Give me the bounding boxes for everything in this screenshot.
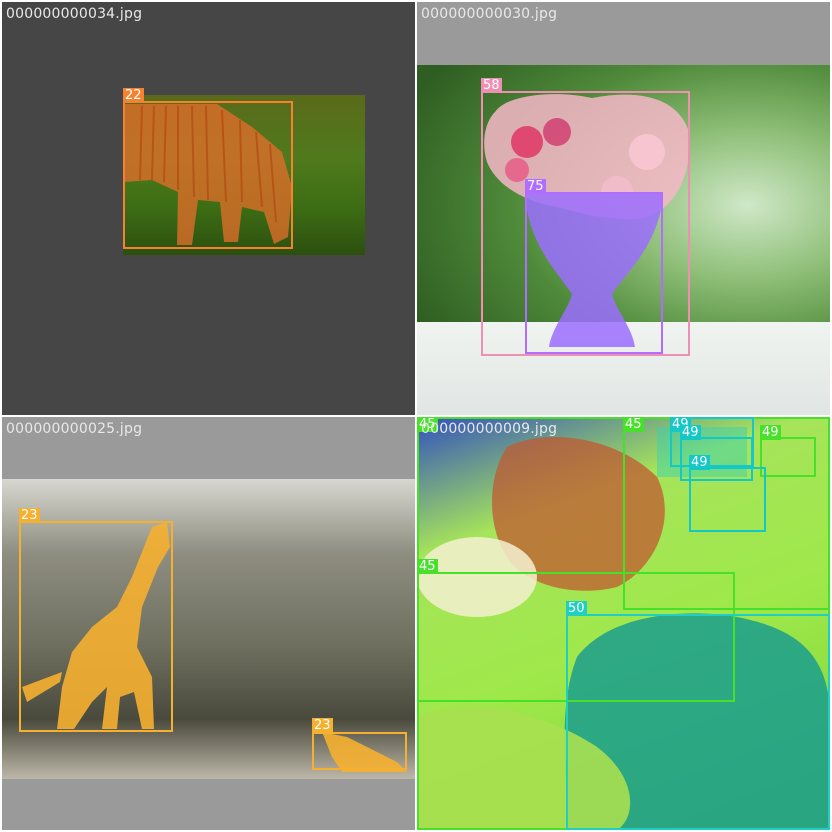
tile-2-filename: 000000000030.jpg — [421, 6, 558, 22]
bowl-label-3: 45 — [417, 559, 438, 574]
orange-bbox-3 — [760, 437, 816, 477]
orange-label-3: 49 — [760, 425, 781, 440]
vase-bbox — [525, 192, 663, 354]
zebra-label: 22 — [123, 88, 144, 103]
tile-1-filename: 000000000034.jpg — [6, 6, 143, 22]
potted-plant-label: 58 — [481, 78, 502, 93]
broccoli-bbox — [566, 614, 830, 830]
orange-label-4: 49 — [689, 455, 710, 470]
giraffe-label-1: 23 — [19, 508, 40, 523]
image-tile-3: 23 23 000000000025.jpg — [2, 417, 415, 830]
image-tile-4: 45 45 45 49 49 49 49 50 000000000009.jpg — [417, 417, 830, 830]
vase-label: 75 — [525, 179, 546, 194]
tile-4-filename: 000000000009.jpg — [421, 421, 558, 437]
zebra-bbox — [123, 101, 293, 249]
bowl-label-2: 45 — [623, 417, 644, 432]
orange-label-2: 49 — [680, 425, 701, 440]
tile-3-filename: 000000000025.jpg — [6, 421, 143, 437]
image-tile-1: 22 000000000034.jpg — [2, 2, 415, 415]
orange-bbox-4 — [689, 467, 766, 532]
broccoli-label: 50 — [566, 601, 587, 616]
image-tile-2: 58 75 000000000030.jpg — [417, 2, 830, 415]
giraffe-label-2: 23 — [312, 718, 333, 733]
giraffe-bbox-1 — [19, 521, 173, 732]
giraffe-bbox-2 — [312, 732, 407, 770]
